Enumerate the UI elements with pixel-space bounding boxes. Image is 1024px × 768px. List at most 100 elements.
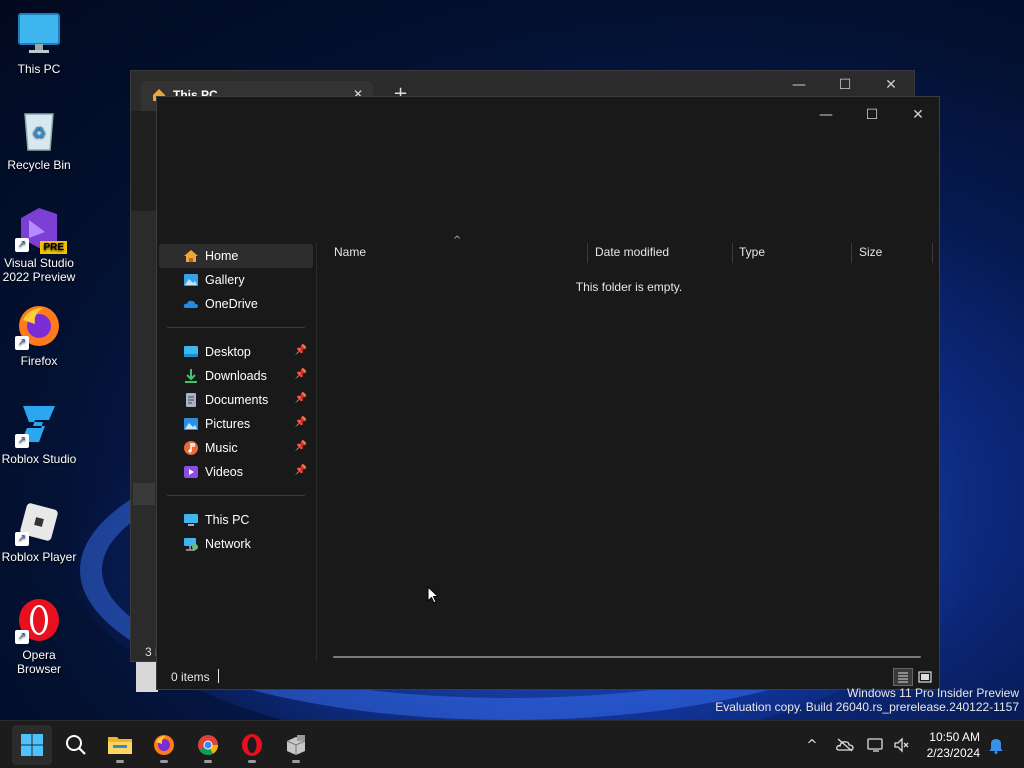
desktop-icon-label: Opera Browser xyxy=(16,648,61,676)
roblox-studio-icon: ↗ xyxy=(15,400,63,448)
nav-item-label: This PC xyxy=(205,513,250,527)
pin-icon[interactable]: 📌 xyxy=(295,369,307,380)
back-maximize-button[interactable]: ☐ xyxy=(822,77,868,93)
clock[interactable]: 10:50 AM 2/23/2024 xyxy=(927,729,980,761)
desktop-icon-label: Roblox Player xyxy=(1,550,77,564)
desktop-icon-recycle-bin[interactable]: ♻ Recycle Bin xyxy=(0,106,78,172)
nav-item-pictures[interactable]: Pictures 📌 xyxy=(159,412,313,436)
nav-item-label: Music xyxy=(205,441,238,455)
taskbar-firefox[interactable] xyxy=(144,725,184,765)
onedrive-offline-icon[interactable] xyxy=(835,735,855,755)
recycle-bin-icon: ♻ xyxy=(15,106,63,154)
thumbnail-view-icon xyxy=(918,671,932,683)
back-close-button[interactable]: ✕ xyxy=(868,77,914,93)
nav-item-label: Gallery xyxy=(205,273,245,287)
column-header-size[interactable]: Size xyxy=(853,243,933,263)
pin-icon[interactable]: 📌 xyxy=(295,417,307,428)
nav-item-downloads[interactable]: Downloads 📌 xyxy=(159,364,313,388)
nav-item-label: Downloads xyxy=(205,369,267,383)
preview-badge: PRE xyxy=(40,241,67,254)
network-status-icon[interactable] xyxy=(866,735,886,755)
gallery-icon xyxy=(183,272,199,288)
nav-item-music[interactable]: Music 📌 xyxy=(159,436,313,460)
pin-icon[interactable]: 📌 xyxy=(295,441,307,452)
nav-item-label: Desktop xyxy=(205,345,251,359)
volume-muted-icon[interactable] xyxy=(892,735,912,755)
desktop-icon-firefox[interactable]: ↗ Firefox xyxy=(0,302,78,368)
visual-studio-icon: PRE ↗ xyxy=(15,204,67,254)
shortcut-arrow-icon: ↗ xyxy=(15,434,29,448)
downloads-icon xyxy=(183,368,199,384)
opera-icon: ↗ xyxy=(15,596,63,644)
nav-item-label: Home xyxy=(205,249,239,263)
windows-watermark: Windows 11 Pro Insider Preview Evaluatio… xyxy=(715,686,1019,714)
nav-item-videos[interactable]: Videos 📌 xyxy=(159,460,313,484)
desktop-icon-visual-studio[interactable]: PRE ↗ Visual Studio 2022 Preview xyxy=(0,204,78,284)
taskbar: ^ 10:50 AM 2/23/2024 xyxy=(0,720,1024,768)
taskbar-chrome[interactable] xyxy=(188,725,228,765)
pin-icon[interactable]: 📌 xyxy=(295,345,307,356)
desktop-icon-roblox-player[interactable]: ↗ Roblox Player xyxy=(0,498,78,564)
desktop-icon-label: Visual Studio 2022 Preview xyxy=(2,256,76,284)
running-indicator xyxy=(160,760,168,763)
nav-separator xyxy=(167,495,305,496)
nav-item-onedrive[interactable]: OneDrive xyxy=(159,292,313,316)
back-window-edge xyxy=(136,662,158,692)
nav-item-home[interactable]: Home xyxy=(159,244,313,268)
column-header-name[interactable]: Name xyxy=(328,243,588,263)
desktop-icon-roblox-studio[interactable]: ↗ Roblox Studio xyxy=(0,400,78,466)
start-button[interactable] xyxy=(12,725,52,765)
nav-item-gallery[interactable]: Gallery xyxy=(159,268,313,292)
nav-item-network[interactable]: Network xyxy=(159,532,313,556)
chrome-icon xyxy=(198,735,219,756)
shortcut-arrow-icon: ↗ xyxy=(15,630,29,644)
show-hidden-icons-chevron[interactable]: ^ xyxy=(802,735,822,755)
close-button[interactable]: ✕ xyxy=(895,101,941,129)
details-view-button[interactable] xyxy=(893,668,913,686)
nav-item-documents[interactable]: Documents 📌 xyxy=(159,388,313,412)
taskbar-package-app[interactable] xyxy=(276,725,316,765)
column-header-type[interactable]: Type xyxy=(733,243,852,263)
horizontal-scrollbar[interactable] xyxy=(333,656,921,658)
status-item-count: 0 items xyxy=(171,670,210,684)
watermark-edition: Windows 11 Pro Insider Preview xyxy=(847,686,1019,700)
navigation-pane: Home Gallery OneDrive Desktop 📌 Download… xyxy=(157,242,317,662)
taskbar-file-explorer[interactable] xyxy=(100,725,140,765)
documents-icon xyxy=(183,392,199,408)
monitor-icon xyxy=(15,10,63,58)
opera-icon xyxy=(242,734,262,756)
svg-text:♻: ♻ xyxy=(32,125,46,142)
pin-icon[interactable]: 📌 xyxy=(295,393,307,404)
notification-bell-icon[interactable] xyxy=(986,735,1006,755)
package-icon xyxy=(286,735,306,755)
desktop-icon-opera[interactable]: ↗ Opera Browser xyxy=(0,596,78,676)
details-view-icon xyxy=(898,672,908,683)
column-header-date-modified[interactable]: Date modified xyxy=(589,243,733,263)
taskbar-opera[interactable] xyxy=(232,725,272,765)
pin-icon[interactable]: 📌 xyxy=(295,465,307,476)
explorer-window[interactable]: — ☐ ✕ Home Gallery OneDrive Desktop 📌 Do… xyxy=(156,96,940,690)
shortcut-arrow-icon: ↗ xyxy=(15,336,29,350)
desktop-icon-this-pc[interactable]: This PC xyxy=(0,10,78,76)
desktop-icon-label: Recycle Bin xyxy=(7,158,71,172)
back-minimize-button[interactable]: — xyxy=(776,77,822,93)
running-indicator xyxy=(116,760,124,763)
onedrive-icon xyxy=(183,296,199,312)
maximize-button[interactable]: ☐ xyxy=(849,101,895,129)
running-indicator xyxy=(292,760,300,763)
minimize-button[interactable]: — xyxy=(803,101,849,129)
thumbnail-view-button[interactable] xyxy=(915,668,935,686)
roblox-player-icon: ↗ xyxy=(15,498,63,546)
status-divider xyxy=(218,669,219,683)
watermark-build: Evaluation copy. Build 26040.rs_prerelea… xyxy=(715,700,1019,714)
search-button[interactable] xyxy=(56,725,96,765)
nav-item-label: Pictures xyxy=(205,417,251,431)
nav-item-label: Videos xyxy=(205,465,243,479)
firefox-icon: ↗ xyxy=(15,302,63,350)
this-pc-icon xyxy=(183,512,199,528)
network-icon xyxy=(183,536,199,552)
nav-item-this-pc[interactable]: This PC xyxy=(159,508,313,532)
desktop-icon-label: Roblox Studio xyxy=(1,452,77,466)
file-explorer-icon xyxy=(108,737,132,754)
nav-item-desktop[interactable]: Desktop 📌 xyxy=(159,340,313,364)
